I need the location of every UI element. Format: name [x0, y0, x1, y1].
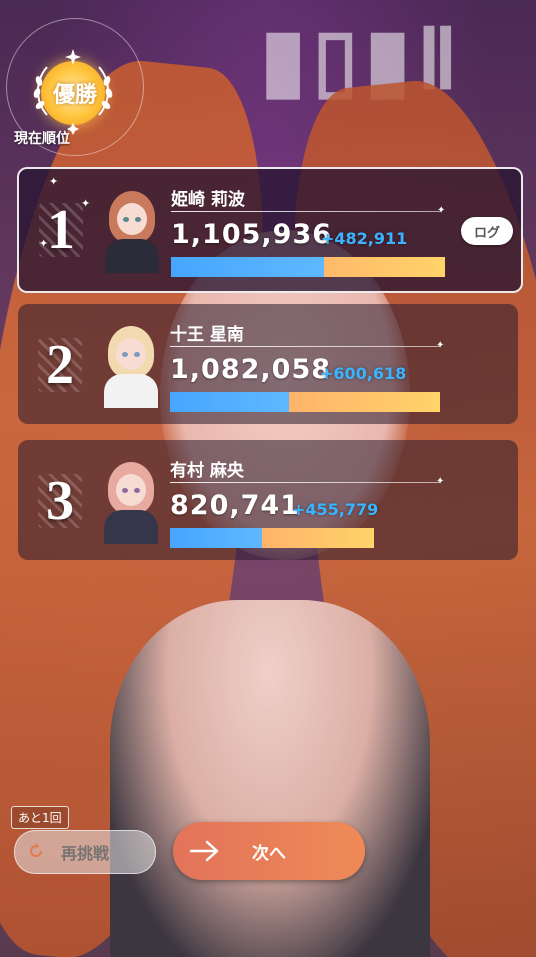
- player-name: 有村 麻央: [170, 461, 244, 481]
- current-rank-caption: 現在順位: [14, 131, 70, 147]
- score-gain: +482,911: [321, 229, 408, 248]
- sparkle-icon: ✦: [49, 175, 59, 188]
- ranking-card-2: 2 十王 星南 ✦ 1,082,058 +600,618: [18, 304, 518, 424]
- divider: [170, 482, 440, 483]
- player-name: 十王 星南: [170, 325, 244, 345]
- score: 820,741: [170, 490, 300, 521]
- retry-button[interactable]: 再挑戦: [14, 830, 156, 874]
- player-name: 姫崎 莉波: [171, 190, 245, 210]
- avatar: [102, 322, 160, 408]
- score-bar: [170, 528, 374, 548]
- retry-icon: [30, 843, 42, 857]
- score-gain: +600,618: [320, 364, 407, 383]
- ranking-card-3: 3 有村 麻央 ✦ 820,741 +455,779: [18, 440, 518, 560]
- rank-number: 1: [33, 199, 89, 261]
- avatar-cloth: [105, 239, 159, 273]
- score-bar-fill: [170, 528, 262, 548]
- log-button[interactable]: ログ: [461, 217, 513, 245]
- rank-number: 2: [32, 334, 88, 396]
- score-gain: +455,779: [292, 500, 379, 519]
- avatar-cloth: [104, 510, 158, 544]
- score-bar: [170, 392, 440, 412]
- retry-label: 再挑戦: [60, 844, 109, 863]
- star-icon: ✦: [436, 476, 445, 487]
- avatar: [103, 187, 161, 273]
- divider: [170, 346, 440, 347]
- divider: [171, 211, 441, 212]
- next-button[interactable]: 次へ: [173, 822, 365, 880]
- ranking-card-1: ✦ ✦ ✦ 1 姫崎 莉波 ✦ 1,105,936 +482,911 ログ: [17, 167, 523, 293]
- victory-title: 優勝: [52, 83, 97, 108]
- next-label: 次へ: [252, 843, 286, 864]
- score-bar-fill: [171, 257, 325, 277]
- remaining-attempts-badge: あと1回: [11, 806, 69, 829]
- rank-number: 3: [32, 470, 88, 532]
- score: 1,105,936: [171, 219, 333, 250]
- star-icon: ✦: [437, 205, 446, 216]
- avatar-cloth: [104, 374, 158, 408]
- score-bar-fill: [170, 392, 289, 412]
- score: 1,082,058: [170, 354, 332, 385]
- star-icon: ✦: [436, 340, 445, 351]
- arrow-right-icon: [189, 840, 219, 862]
- score-bar: [171, 257, 445, 277]
- avatar: [102, 458, 160, 544]
